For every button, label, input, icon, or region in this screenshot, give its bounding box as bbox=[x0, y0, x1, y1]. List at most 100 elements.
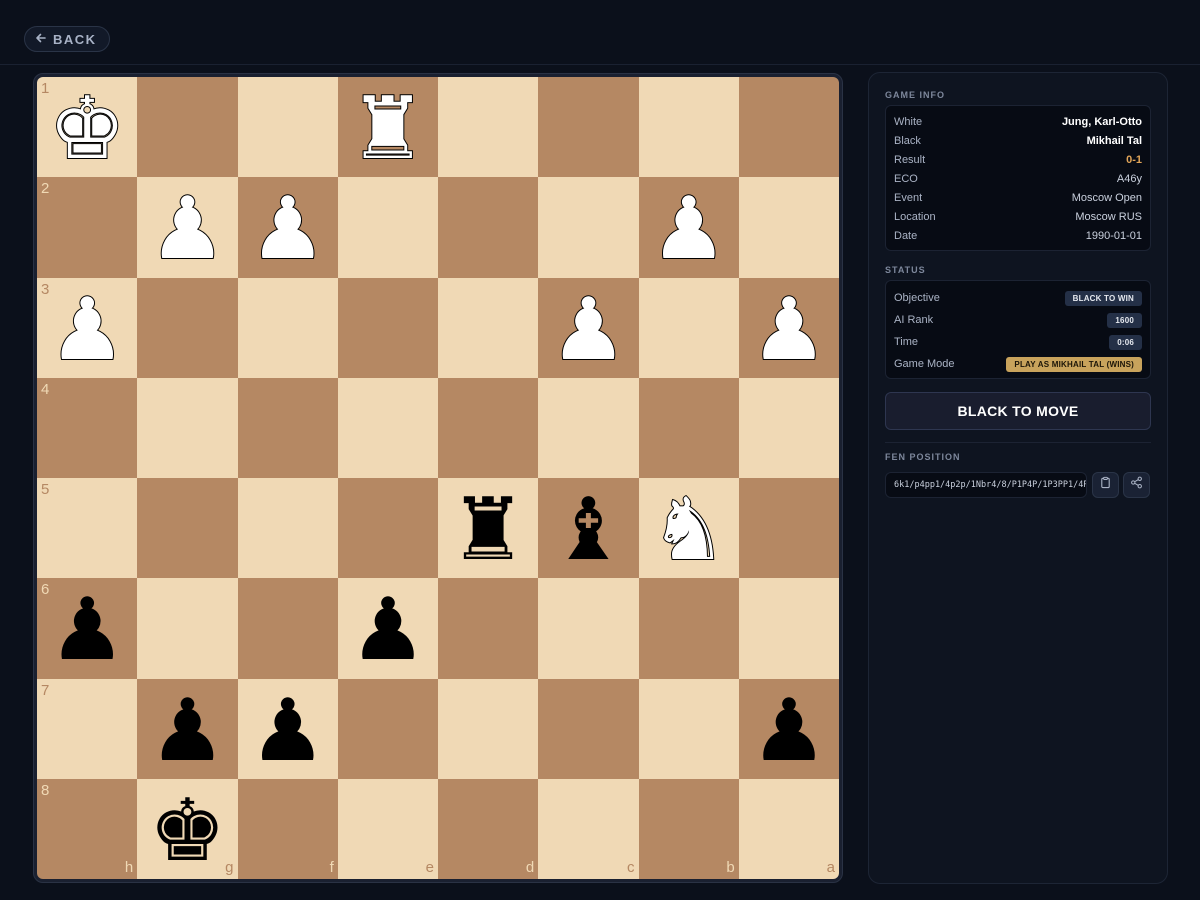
square-g6[interactable] bbox=[137, 578, 238, 679]
square-d7[interactable] bbox=[438, 678, 539, 779]
square-e4[interactable] bbox=[337, 377, 438, 478]
game-info-card: White Jung, Karl-Otto Black Mikhail Tal Resu… bbox=[885, 105, 1151, 251]
square-b5[interactable]: ♞ bbox=[638, 478, 739, 579]
white-pawn[interactable]: ♟ bbox=[649, 185, 728, 273]
square-a3[interactable]: ♟ bbox=[738, 277, 839, 378]
black-pawn[interactable]: ♟ bbox=[249, 688, 326, 774]
square-f7[interactable]: ♟ bbox=[237, 678, 338, 779]
square-f8[interactable]: f bbox=[237, 778, 338, 879]
square-c4[interactable] bbox=[538, 377, 639, 478]
status-row-ai-rank: AI Rank 1600 bbox=[894, 309, 1142, 331]
square-g4[interactable] bbox=[137, 377, 238, 478]
square-c7[interactable] bbox=[538, 678, 639, 779]
black-pawn[interactable]: ♟ bbox=[149, 688, 226, 774]
square-a2[interactable] bbox=[738, 177, 839, 278]
rank-label: 2 bbox=[41, 180, 50, 198]
chess-board[interactable]: 1 ♚ ♜ 2 ♟ ♟ ♟ 3 ♟ ♟ ♟ 4 5 ♜ ♝ ♞ 6 ♟ ♟ 7 ♟ ♟ ♟ 8 h g ♚ f e d c b a bbox=[37, 77, 839, 879]
white-pawn[interactable]: ♟ bbox=[248, 185, 327, 273]
square-e5[interactable] bbox=[337, 478, 438, 579]
info-row-result: Result 0-1 bbox=[894, 150, 1142, 169]
square-f3[interactable] bbox=[237, 277, 338, 378]
black-pawn[interactable]: ♟ bbox=[750, 688, 827, 774]
white-pawn[interactable]: ♟ bbox=[749, 286, 828, 374]
square-c2[interactable] bbox=[538, 177, 639, 278]
square-f4[interactable] bbox=[237, 377, 338, 478]
square-f1[interactable] bbox=[237, 77, 338, 178]
square-d2[interactable] bbox=[438, 177, 539, 278]
status-title: STATUS bbox=[885, 265, 926, 275]
square-e1[interactable]: ♜ bbox=[337, 77, 438, 178]
square-e2[interactable] bbox=[337, 177, 438, 278]
status-label: Time bbox=[894, 336, 919, 348]
square-a6[interactable] bbox=[738, 578, 839, 679]
white-pawn[interactable]: ♟ bbox=[48, 286, 127, 374]
square-g7[interactable]: ♟ bbox=[137, 678, 238, 779]
square-e3[interactable] bbox=[337, 277, 438, 378]
square-h2[interactable]: 2 bbox=[37, 177, 138, 278]
turn-indicator-button[interactable]: BLACK TO MOVE bbox=[885, 392, 1151, 430]
square-d1[interactable] bbox=[438, 77, 539, 178]
square-d8[interactable]: d bbox=[438, 778, 539, 879]
black-bishop[interactable]: ♝ bbox=[550, 487, 627, 573]
square-b3[interactable] bbox=[638, 277, 739, 378]
fen-field[interactable]: 6k1/p4pp1/4p2p/1Nbr4/8/P1P4P/1P3PP1/4R2K… bbox=[885, 472, 1087, 498]
square-c1[interactable] bbox=[538, 77, 639, 178]
white-pawn[interactable]: ♟ bbox=[549, 286, 628, 374]
square-b1[interactable] bbox=[638, 77, 739, 178]
square-d5[interactable]: ♜ bbox=[438, 478, 539, 579]
square-e7[interactable] bbox=[337, 678, 438, 779]
rank-label: 8 bbox=[41, 781, 50, 799]
square-h1[interactable]: 1 ♚ bbox=[37, 77, 138, 178]
square-h3[interactable]: 3 ♟ bbox=[37, 277, 138, 378]
black-pawn[interactable]: ♟ bbox=[349, 587, 426, 673]
black-rook[interactable]: ♜ bbox=[450, 487, 527, 573]
square-h7[interactable]: 7 bbox=[37, 678, 138, 779]
info-label: White bbox=[894, 115, 923, 128]
square-h6[interactable]: 6 ♟ bbox=[37, 578, 138, 679]
square-c6[interactable] bbox=[538, 578, 639, 679]
white-rook[interactable]: ♜ bbox=[348, 85, 427, 173]
square-g3[interactable] bbox=[137, 277, 238, 378]
status-row-time: Time 0:06 bbox=[894, 331, 1142, 353]
square-e6[interactable]: ♟ bbox=[337, 578, 438, 679]
copy-fen-button[interactable] bbox=[1092, 472, 1119, 498]
square-a4[interactable] bbox=[738, 377, 839, 478]
square-g2[interactable]: ♟ bbox=[137, 177, 238, 278]
square-d4[interactable] bbox=[438, 377, 539, 478]
square-d6[interactable] bbox=[438, 578, 539, 679]
white-pawn[interactable]: ♟ bbox=[148, 185, 227, 273]
square-g5[interactable] bbox=[137, 478, 238, 579]
square-b6[interactable] bbox=[638, 578, 739, 679]
black-pawn[interactable]: ♟ bbox=[49, 587, 126, 673]
black-king[interactable]: ♚ bbox=[149, 788, 226, 874]
square-c8[interactable]: c bbox=[538, 778, 639, 879]
square-e8[interactable]: e bbox=[337, 778, 438, 879]
white-king[interactable]: ♚ bbox=[48, 85, 127, 173]
square-h5[interactable]: 5 bbox=[37, 478, 138, 579]
square-g8[interactable]: g ♚ bbox=[137, 778, 238, 879]
square-f6[interactable] bbox=[237, 578, 338, 679]
square-b8[interactable]: b bbox=[638, 778, 739, 879]
square-c5[interactable]: ♝ bbox=[538, 478, 639, 579]
game-info-title: GAME INFO bbox=[885, 90, 945, 100]
square-b4[interactable] bbox=[638, 377, 739, 478]
square-a8[interactable]: a bbox=[738, 778, 839, 879]
square-a1[interactable] bbox=[738, 77, 839, 178]
info-row-location: Location Moscow RUS bbox=[894, 207, 1142, 226]
white-knight[interactable]: ♞ bbox=[649, 486, 728, 574]
square-g1[interactable] bbox=[137, 77, 238, 178]
square-a7[interactable]: ♟ bbox=[738, 678, 839, 779]
square-b7[interactable] bbox=[638, 678, 739, 779]
square-c3[interactable]: ♟ bbox=[538, 277, 639, 378]
square-f5[interactable] bbox=[237, 478, 338, 579]
back-label: BACK bbox=[53, 31, 97, 47]
square-h8[interactable]: 8h bbox=[37, 778, 138, 879]
square-f2[interactable]: ♟ bbox=[237, 177, 338, 278]
back-button[interactable]: BACK bbox=[24, 26, 110, 52]
share-fen-button[interactable] bbox=[1123, 472, 1150, 498]
square-a5[interactable] bbox=[738, 478, 839, 579]
square-h4[interactable]: 4 bbox=[37, 377, 138, 478]
info-label: Black bbox=[894, 134, 921, 147]
square-b2[interactable]: ♟ bbox=[638, 177, 739, 278]
square-d3[interactable] bbox=[438, 277, 539, 378]
